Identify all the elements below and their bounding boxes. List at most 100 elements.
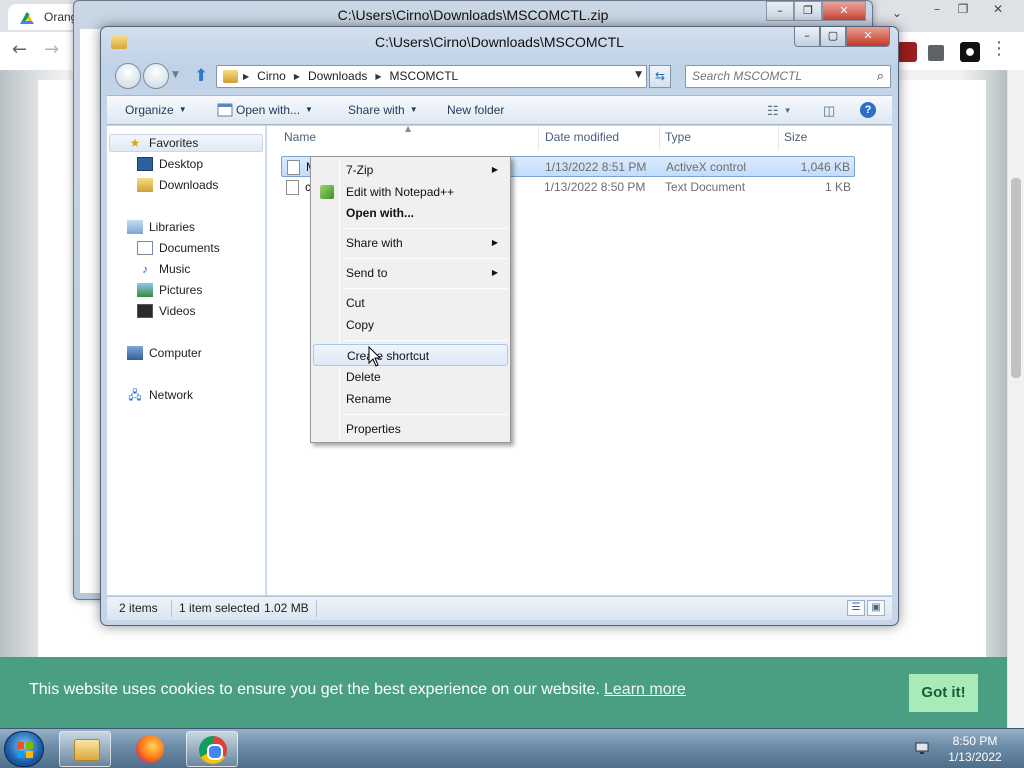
zip-maximize-button[interactable]: ❐	[794, 1, 822, 21]
forward-arrow-icon[interactable]: →	[44, 39, 59, 60]
organize-button[interactable]: Organize ▼	[125, 103, 187, 117]
clock-date: 1/13/2022	[948, 750, 1002, 764]
column-divider[interactable]	[778, 126, 779, 150]
back-arrow-icon[interactable]: ←	[12, 39, 27, 60]
column-header-type[interactable]: Type	[665, 130, 691, 144]
start-button[interactable]	[4, 731, 44, 767]
menu-item-open-with[interactable]: Open with...	[313, 202, 508, 224]
taskbar	[0, 728, 1024, 768]
nav-item-documents[interactable]: Documents	[137, 241, 220, 255]
menu-item-copy[interactable]: Copy	[313, 314, 508, 336]
notepad-plus-plus-icon	[320, 185, 334, 199]
zip-close-button[interactable]: ✕	[822, 1, 866, 21]
menu-label: Rename	[346, 392, 392, 406]
recent-pages-dropdown[interactable]: ▼	[172, 70, 179, 80]
nav-label-videos: Videos	[159, 304, 196, 318]
open-with-button[interactable]: Open with... ▼	[236, 103, 313, 117]
cookie-message: This website uses cookies to ensure you …	[29, 681, 686, 699]
menu-separator	[343, 288, 507, 289]
got-it-button[interactable]: Got it!	[909, 674, 978, 712]
share-with-button[interactable]: Share with ▼	[348, 103, 418, 117]
breadcrumb-item-downloads[interactable]: Downloads	[308, 69, 367, 83]
maximize-button[interactable]: ▢	[820, 27, 846, 47]
column-divider[interactable]	[538, 126, 539, 150]
extensions-puzzle-icon[interactable]	[928, 45, 944, 61]
address-dropdown-icon[interactable]: ▼	[635, 70, 642, 80]
taskbar-chrome-button[interactable]	[186, 731, 238, 767]
menu-item-cut[interactable]: Cut	[313, 292, 508, 314]
search-icon[interactable]: ⌕	[877, 69, 884, 84]
nav-label-pictures: Pictures	[159, 283, 203, 297]
system-clock[interactable]: 8:50 PM 1/13/2022	[940, 733, 1010, 765]
minimize-button[interactable]: –	[794, 27, 820, 47]
column-header-date[interactable]: Date modified	[545, 130, 619, 144]
browser-maximize-button[interactable]: ❐	[950, 2, 976, 20]
google-drive-icon	[20, 12, 34, 24]
nav-item-computer[interactable]: Computer	[127, 346, 202, 360]
libraries-icon	[127, 220, 143, 234]
chevron-right-icon[interactable]: ▶	[375, 72, 381, 81]
breadcrumb-item-cirno[interactable]: Cirno	[257, 69, 286, 83]
taskbar-explorer-button[interactable]	[59, 731, 111, 767]
clock-time: 8:50 PM	[952, 734, 998, 748]
menu-item-delete[interactable]: Delete	[313, 366, 508, 388]
menu-item-share-with[interactable]: Share with ▶	[313, 232, 508, 254]
nav-label-favorites: Favorites	[149, 136, 199, 150]
nav-item-videos[interactable]: Videos	[137, 304, 195, 318]
nav-item-network[interactable]: 🖧 Network	[127, 388, 193, 402]
scrollbar-thumb[interactable]	[1011, 178, 1021, 378]
chevron-down-icon[interactable]: ⌄	[884, 6, 910, 24]
learn-more-link[interactable]: Learn more	[604, 681, 686, 698]
ublock-icon[interactable]	[897, 42, 917, 62]
browser-minimize-button[interactable]: –	[924, 2, 950, 20]
large-icons-view-icon[interactable]: ▣	[867, 600, 885, 616]
penguin-extension-icon[interactable]	[960, 42, 980, 62]
nav-item-music[interactable]: ♪ Music	[137, 262, 190, 276]
computer-icon	[127, 346, 143, 360]
submenu-arrow-icon: ▶	[491, 238, 498, 247]
search-input[interactable]	[692, 69, 862, 83]
view-options-icon[interactable]: ☷ ▼	[767, 103, 792, 119]
menu-item-properties[interactable]: Properties	[313, 418, 508, 440]
chevron-right-icon[interactable]: ▶	[294, 72, 300, 81]
column-divider[interactable]	[659, 126, 660, 150]
menu-item-7zip[interactable]: 7-Zip ▶	[313, 159, 508, 181]
menu-label: Properties	[346, 422, 401, 436]
menu-item-rename[interactable]: Rename	[313, 388, 508, 410]
details-view-icon[interactable]: ☰	[847, 600, 865, 616]
file-date: 1/13/2022 8:51 PM	[545, 160, 647, 174]
back-button[interactable]	[115, 63, 141, 89]
page-scrollbar[interactable]	[1007, 70, 1024, 728]
forward-button[interactable]	[143, 63, 169, 89]
up-arrow-icon[interactable]: ⬆	[194, 66, 208, 86]
menu-icon[interactable]: ⋮	[990, 38, 1008, 59]
address-bar[interactable]: ▶ Cirno ▶ Downloads ▶ MSCOMCTL ▼	[216, 65, 647, 88]
menu-item-send-to[interactable]: Send to ▶	[313, 262, 508, 284]
browser-close-button[interactable]: ✕	[985, 2, 1011, 20]
nav-item-libraries[interactable]: Libraries	[127, 220, 195, 234]
breadcrumb: ▶ Cirno ▶ Downloads ▶ MSCOMCTL	[243, 69, 458, 83]
close-button[interactable]: ✕	[846, 27, 890, 47]
nav-item-favorites[interactable]: ★ Favorites	[127, 136, 199, 150]
refresh-button[interactable]: ⇆	[649, 65, 671, 88]
new-folder-label: New folder	[447, 103, 505, 117]
file-date: 1/13/2022 8:50 PM	[544, 180, 646, 194]
chevron-right-icon[interactable]: ▶	[243, 72, 249, 81]
taskbar-firefox-button[interactable]	[124, 731, 176, 767]
column-header-name[interactable]: Name	[284, 130, 316, 144]
nav-item-pictures[interactable]: Pictures	[137, 283, 202, 297]
help-icon[interactable]: ?	[860, 102, 876, 118]
preview-pane-icon[interactable]: ◫	[823, 103, 835, 119]
menu-label: Cut	[346, 296, 365, 310]
menu-item-edit-notepad[interactable]: Edit with Notepad++	[313, 181, 508, 203]
zip-minimize-button[interactable]: –	[766, 1, 794, 21]
menu-item-create-shortcut[interactable]: Create shortcut	[313, 344, 508, 366]
network-tray-icon[interactable]	[914, 740, 930, 756]
nav-item-desktop[interactable]: Desktop	[137, 157, 203, 171]
column-header-size[interactable]: Size	[784, 130, 807, 144]
search-box[interactable]: ⌕	[685, 65, 891, 88]
status-size: 1.02 MB	[264, 601, 309, 615]
breadcrumb-item-mscomctl[interactable]: MSCOMCTL	[390, 69, 459, 83]
nav-item-downloads[interactable]: Downloads	[137, 178, 218, 192]
new-folder-button[interactable]: New folder	[447, 103, 504, 117]
